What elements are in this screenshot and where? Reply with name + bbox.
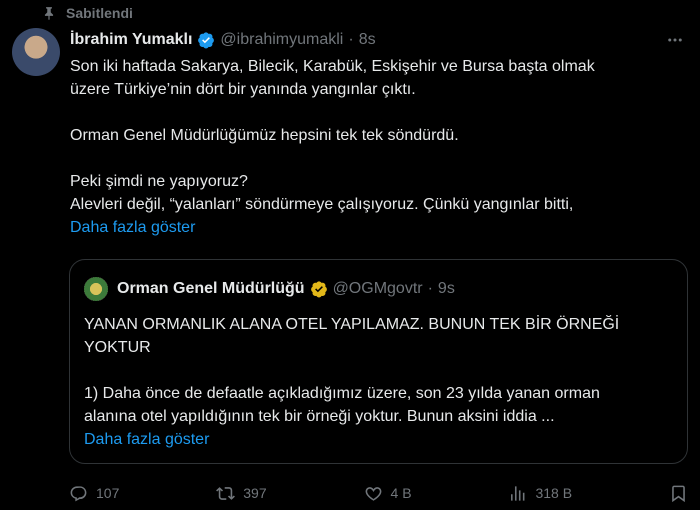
author-name[interactable]: İbrahim Yumaklı [70, 31, 192, 49]
quote-text: YANAN ORMANLIK ALANA OTEL YAPILAMAZ. BUN… [84, 313, 674, 451]
separator-dot: · [348, 31, 354, 48]
bookmark-button[interactable] [669, 484, 688, 503]
tweet-line: Orman Genel Müdürlüğümüz hepsini tek tek… [70, 127, 459, 144]
tweet-line: Peki şimdi ne yapıyoruz? [70, 173, 248, 190]
show-more-link[interactable]: Daha fazla göster [70, 219, 195, 236]
tweet-line: Alevleri değil, “yalanları” söndürmeye ç… [70, 196, 574, 213]
tweet-actions-bar: 107 397 4 B 318 B [69, 482, 688, 504]
views-chart-icon [511, 485, 525, 501]
author-handle[interactable]: @ibrahimyumakli [220, 31, 343, 49]
views-button[interactable]: 318 B [508, 484, 572, 503]
heart-icon [365, 486, 381, 501]
quote-show-more-link[interactable]: Daha fazla göster [84, 431, 209, 448]
bookmark-icon [672, 485, 685, 502]
reply-button[interactable]: 107 [69, 484, 119, 503]
like-count: 4 B [390, 485, 412, 501]
quoted-tweet-card[interactable]: Orman Genel Müdürlüğü @OGMgovtr · 9s YAN… [69, 259, 688, 464]
quote-time[interactable]: 9s [438, 280, 455, 298]
tweet-header: İbrahim Yumaklı @ibrahimyumakli · 8s [70, 29, 376, 51]
pinned-label: Sabitlendi [66, 5, 133, 21]
quote-line: alanına otel yapıldığının tek bir örneği… [84, 408, 555, 425]
reply-count: 107 [96, 485, 120, 501]
quote-line: YOKTUR [84, 339, 151, 356]
verified-gold-badge-icon[interactable] [310, 280, 328, 298]
quote-header: Orman Genel Müdürlüğü @OGMgovtr · 9s [84, 277, 455, 301]
views-count: 318 B [535, 485, 573, 501]
quote-avatar[interactable] [84, 277, 108, 301]
more-icon [668, 38, 682, 42]
quote-author-name[interactable]: Orman Genel Müdürlüğü [117, 280, 305, 298]
reply-icon [70, 485, 87, 501]
author-avatar[interactable] [12, 28, 60, 76]
more-options-button[interactable] [664, 31, 686, 49]
verified-badge-icon[interactable] [197, 31, 215, 49]
tweet-line: üzere Türkiye’nin dört bir yanında yangı… [70, 81, 416, 98]
tweet-text: Son iki haftada Sakarya, Bilecik, Karabü… [70, 55, 685, 239]
quote-author-handle[interactable]: @OGMgovtr [333, 280, 423, 298]
pin-icon [44, 7, 54, 20]
tweet-line: Son iki haftada Sakarya, Bilecik, Karabü… [70, 58, 595, 75]
pinned-indicator: Sabitlendi [42, 3, 133, 23]
like-button[interactable]: 4 B [364, 484, 412, 503]
quote-line: YANAN ORMANLIK ALANA OTEL YAPILAMAZ. BUN… [84, 316, 620, 333]
quote-line: 1) Daha önce de defaatle açıkladığımız ü… [84, 385, 600, 402]
tweet-time[interactable]: 8s [359, 31, 376, 49]
repost-icon [216, 486, 236, 500]
quote-separator-dot: · [427, 280, 433, 297]
repost-count: 397 [243, 485, 267, 501]
repost-button[interactable]: 397 [216, 484, 267, 503]
